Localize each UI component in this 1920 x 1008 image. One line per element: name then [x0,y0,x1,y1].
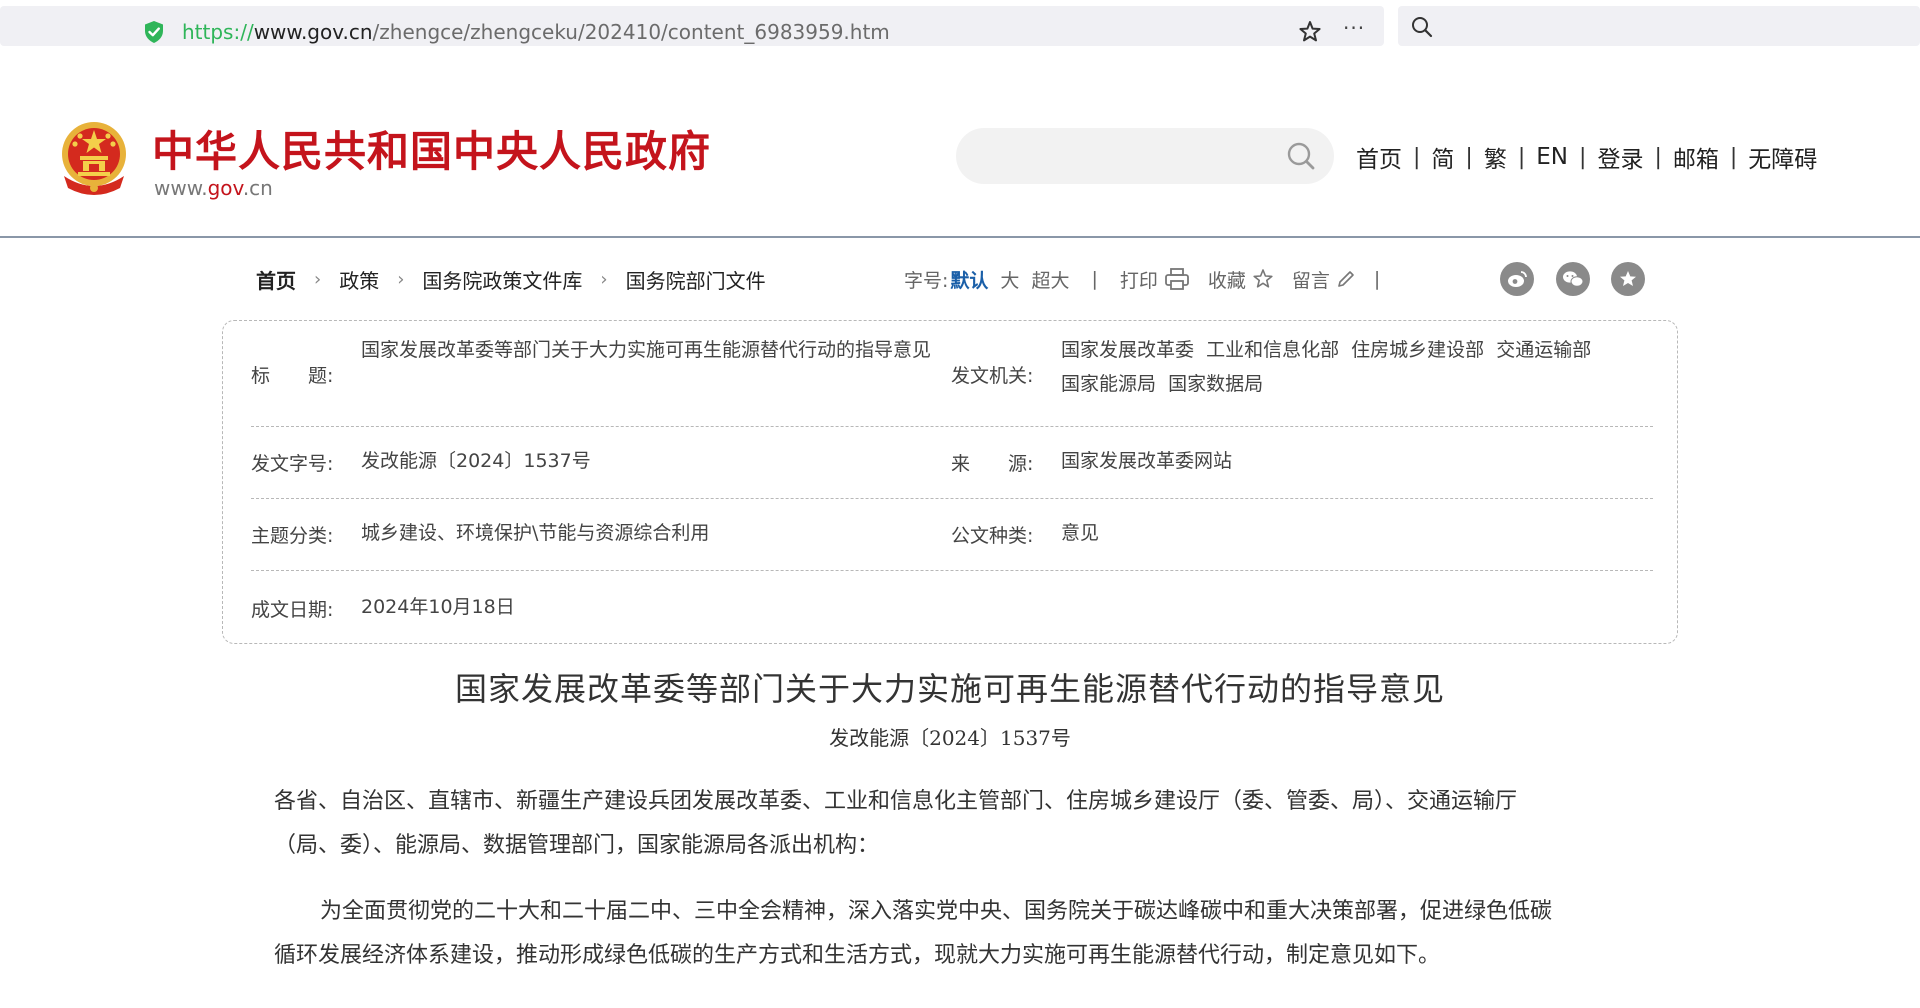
meta-source-label: 来 源: [951,453,1034,475]
bookmark-star-icon[interactable] [1296,18,1324,46]
nav-english[interactable]: EN [1536,144,1568,170]
nav-separator: | [1729,144,1738,170]
nav-separator: | [1654,144,1662,170]
meta-type-label: 公文种类: [951,525,1034,547]
print-label: 打印 [1119,269,1158,292]
meta-subject-label: 主题分类: [251,525,334,547]
address-bar[interactable]: https://www.gov.cn/zhengce/zhengceku/202… [0,6,1384,46]
nav-home[interactable]: 首页 [1356,140,1402,174]
meta-row-date: 成文日期: 2024年10月18日 [251,571,1653,641]
article-doc-number: 发改能源〔2024〕1537号 [829,726,1071,750]
more-menu-icon[interactable]: ··· [1343,16,1371,44]
paragraph-line: 循环发展经济体系建设，推动形成绿色低碳的生产方式和生活方式，现就大力实施可再生能… [274,943,1441,968]
document-metadata-box: 标 题: 国家发展改革委等部门关于大力实施可再生能源替代行动的指导意见 发文机关… [222,320,1678,644]
site-name[interactable]: 中华人民共和国中央人民政府 [152,118,711,179]
favorite-label: 收藏 [1207,269,1246,292]
url-path: /zhengce/zhengceku/202410/content_698395… [372,20,890,44]
nav-mail[interactable]: 邮箱 [1673,140,1719,174]
nav-separator: | [1413,144,1421,170]
font-size-label: 字号: [904,269,949,292]
top-nav: 首页 | 简 | 繁 | EN | 登录 | 邮箱 | 无障碍 [1356,140,1817,174]
meta-date-value: 2024年10月18日 [361,596,515,618]
domain-prefix: www. [154,176,208,200]
secure-shield-icon [145,21,163,43]
meta-docno-label: 发文字号: [251,453,334,475]
article-paragraph-addressees: 各省、自治区、直辖市、新疆生产建设兵团发展改革委、工业和信息化主管部门、住房城乡… [274,780,1654,868]
breadcrumb-home[interactable]: 首页 [256,265,296,294]
toolbar-separator: | [1091,268,1098,290]
meta-title-value: 国家发展改革委等部门关于大力实施可再生能源替代行动的指导意见 [361,339,932,361]
meta-row-docno: 发文字号: 发改能源〔2024〕1537号 来 源: 国家发展改革委网站 [251,427,1653,499]
breadcrumb-chevron-icon: › [600,268,608,290]
url-protocol: https:// [182,20,254,44]
domain-suffix: .cn [242,176,273,200]
print-button[interactable]: 打印 [1120,266,1190,293]
comment-label: 留言 [1291,269,1330,292]
browser-toolbar: https://www.gov.cn/zhengce/zhengceku/202… [0,0,1920,52]
article-paragraph-intro: 为全面贯彻党的二十大和二十届二中、三中全会精神，深入落实党中央、国务院关于碳达峰… [274,890,1654,978]
breadcrumb-chevron-icon: › [397,268,405,290]
breadcrumb-policy[interactable]: 政策 [339,265,379,294]
breadcrumb: 首页 › 政策 › 国务院政策文件库 › 国务院部门文件 [256,264,766,294]
meta-issuer-line1: 国家发展改革委 工业和信息化部 住房城乡建设部 交通运输部 [1061,339,1592,361]
meta-docno-value: 发改能源〔2024〕1537号 [361,450,591,472]
favorite-button[interactable]: 收藏 [1208,266,1274,293]
nav-simplified[interactable]: 简 [1431,140,1454,174]
font-size-default[interactable]: 默认 [950,266,988,293]
article-title: 国家发展改革委等部门关于大力实施可再生能源替代行动的指导意见 [454,670,1445,708]
site-domain: www.gov.cn [154,176,273,200]
star-share-icon[interactable] [1611,262,1645,296]
toolbar-separator: | [1373,268,1381,290]
font-size-large[interactable]: 大 [1000,266,1019,293]
meta-row-subject: 主题分类: 城乡建设、环境保护\节能与资源综合利用 公文种类: 意见 [251,499,1653,571]
nav-separator: | [1465,144,1473,170]
breadcrumb-department-docs[interactable]: 国务院部门文件 [626,265,766,294]
url-text[interactable]: https://www.gov.cn/zhengce/zhengceku/202… [182,19,890,45]
meta-subject-value: 城乡建设、环境保护\节能与资源综合利用 [361,522,710,544]
paragraph-line: 为全面贯彻党的二十大和二十届二中、三中全会精神，深入落实党中央、国务院关于碳达峰… [320,899,1553,924]
search-icon [1412,17,1433,38]
browser-search-box[interactable] [1398,6,1920,46]
weibo-icon[interactable] [1500,262,1534,296]
site-header: 中华人民共和国中央人民政府 www.gov.cn 首页 | 简 | 繁 | EN… [0,52,1920,238]
nav-separator: | [1517,144,1526,170]
domain-gov: gov [207,176,243,200]
meta-issuer-label: 发文机关: [951,365,1034,387]
meta-source-value: 国家发展改革委网站 [1061,450,1233,472]
meta-issuer-line2: 国家能源局 国家数据局 [1061,373,1264,395]
nav-accessibility[interactable]: 无障碍 [1748,140,1817,174]
nav-separator: | [1579,144,1587,170]
meta-title-label: 标 题: [251,365,334,387]
article-toolbar: 字号: 默认 大 超大 | 打印 收藏 留言 | [904,262,1402,296]
meta-date-label: 成文日期: [251,599,334,621]
comment-button[interactable]: 留言 [1292,266,1356,293]
star-outline-icon [1253,269,1273,288]
printer-icon [1164,268,1189,290]
meta-type-value: 意见 [1061,522,1100,544]
national-emblem-icon[interactable] [56,118,132,198]
url-host: www.gov.cn [253,20,373,44]
nav-traditional[interactable]: 繁 [1484,140,1507,174]
paragraph-line: （局、委）、能源局、数据管理部门，国家能源局各派出机构： [274,833,880,858]
breadcrumb-chevron-icon: › [314,268,322,290]
meta-row-title: 标 题: 国家发展改革委等部门关于大力实施可再生能源替代行动的指导意见 发文机关… [251,321,1653,427]
paragraph-line: 各省、自治区、直辖市、新疆生产建设兵团发展改革委、工业和信息化主管部门、住房城乡… [274,789,1518,814]
search-icon[interactable] [1286,141,1316,171]
meta-issuer-value: 国家发展改革委 工业和信息化部 住房城乡建设部 交通运输部 国家能源局 国家数据局 [1061,333,1661,401]
wechat-icon[interactable] [1556,262,1590,296]
breadcrumb-policy-library[interactable]: 国务院政策文件库 [422,265,582,294]
site-search-input[interactable] [956,128,1334,184]
pencil-icon [1338,271,1354,287]
nav-login[interactable]: 登录 [1597,140,1643,174]
font-size-xlarge[interactable]: 超大 [1031,266,1069,293]
